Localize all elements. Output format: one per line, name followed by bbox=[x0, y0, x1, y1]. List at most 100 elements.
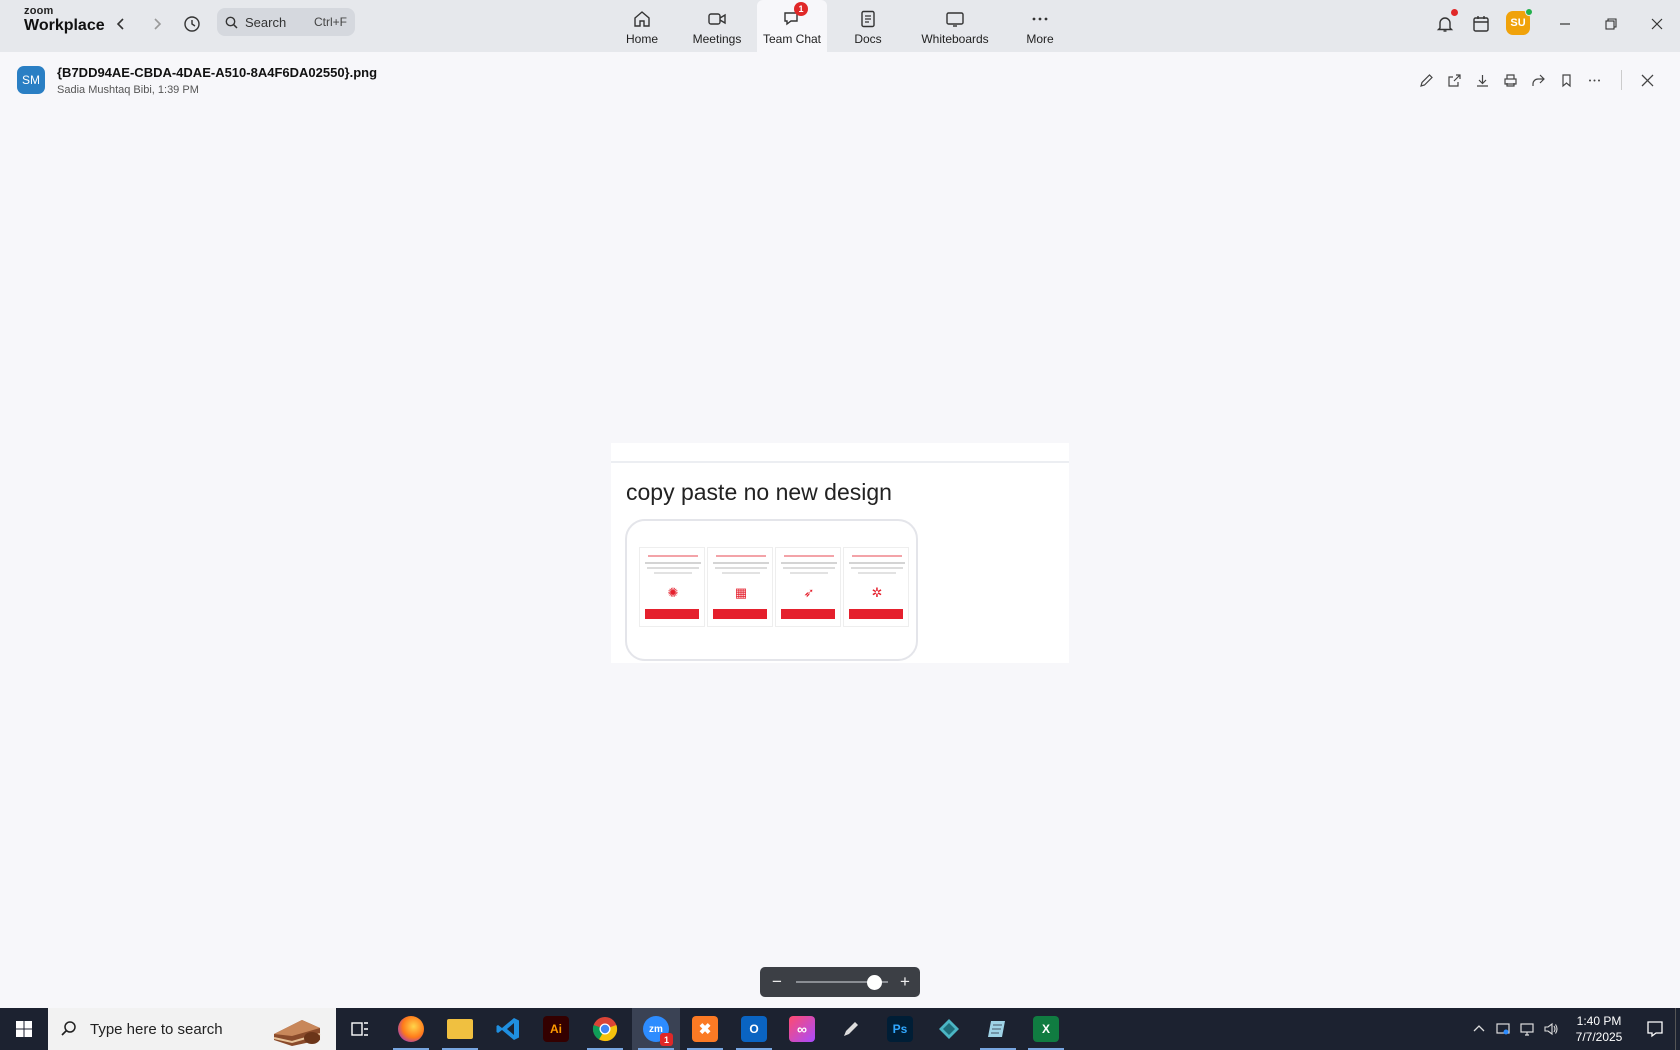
minimize-button[interactable] bbox=[1553, 12, 1577, 36]
download-button[interactable] bbox=[1472, 70, 1492, 90]
calendar-button[interactable] bbox=[1469, 12, 1493, 36]
close-window-button[interactable] bbox=[1645, 12, 1669, 36]
folder-icon bbox=[447, 1019, 473, 1039]
brand-small: zoom bbox=[24, 5, 54, 17]
design-mockup: ✺ ▦ ➶ ✲ bbox=[625, 519, 918, 661]
bookmark-icon bbox=[1561, 73, 1571, 87]
minimize-icon bbox=[1560, 23, 1570, 25]
service-card: ✺ bbox=[639, 547, 705, 627]
bell-icon bbox=[1436, 17, 1454, 32]
cake-image-icon bbox=[268, 1012, 326, 1046]
zoom-control: − + bbox=[760, 967, 920, 997]
service-card: ▦ bbox=[707, 547, 773, 627]
show-hidden-icons[interactable] bbox=[1468, 1008, 1490, 1050]
taskbar-notepad[interactable] bbox=[974, 1008, 1022, 1050]
taskbar-creative-cloud[interactable]: ∞ bbox=[778, 1008, 826, 1050]
notepad-icon bbox=[988, 1021, 1005, 1037]
network-icon: ✲ bbox=[871, 585, 883, 600]
close-preview-button[interactable] bbox=[1637, 70, 1657, 90]
zoom-in-button[interactable]: + bbox=[896, 972, 914, 992]
taskbar-xampp[interactable]: ✖ bbox=[681, 1008, 729, 1050]
restore-button[interactable] bbox=[1599, 12, 1623, 36]
gear-icon: ✺ bbox=[667, 585, 679, 600]
file-name: {B7DD94AE-CBDA-4DAE-A510-8A4F6DA02550}.p… bbox=[57, 65, 378, 80]
tab-label: Docs bbox=[854, 32, 882, 46]
tray-device[interactable] bbox=[1492, 1008, 1514, 1050]
usb-device-icon bbox=[1496, 1023, 1510, 1035]
bookmark-button[interactable] bbox=[1556, 70, 1576, 90]
taskbar-firefox[interactable] bbox=[387, 1008, 435, 1050]
tab-team-chat[interactable]: Team Chat 1 bbox=[757, 0, 827, 52]
pen-icon bbox=[844, 1022, 858, 1036]
task-view-icon bbox=[351, 1022, 368, 1036]
rocket-icon: ➶ bbox=[803, 585, 815, 600]
taskbar-pen-tool[interactable] bbox=[827, 1008, 875, 1050]
action-center-button[interactable] bbox=[1634, 1008, 1676, 1050]
taskbar-photoshop[interactable]: Ps bbox=[876, 1008, 924, 1050]
chevron-up-icon bbox=[1473, 1025, 1485, 1032]
tab-label: More bbox=[1026, 32, 1054, 46]
back-button[interactable] bbox=[109, 12, 133, 36]
tab-docs[interactable]: Docs bbox=[852, 0, 884, 52]
zoom-app-icon: zm 1 bbox=[643, 1016, 673, 1046]
search-icon bbox=[225, 16, 238, 29]
photoshop-icon: Ps bbox=[887, 1016, 913, 1042]
search-shortcut: Ctrl+F bbox=[314, 15, 347, 29]
task-view-button[interactable] bbox=[336, 1008, 384, 1050]
diamond-icon bbox=[939, 1019, 959, 1039]
share-button[interactable] bbox=[1528, 70, 1548, 90]
edit-button[interactable] bbox=[1416, 70, 1436, 90]
print-icon bbox=[1503, 73, 1517, 87]
tab-more[interactable]: More bbox=[1024, 0, 1056, 52]
taskbar-vscode[interactable] bbox=[484, 1008, 532, 1050]
tray-volume[interactable] bbox=[1540, 1008, 1562, 1050]
download-icon bbox=[1476, 74, 1488, 87]
start-button[interactable] bbox=[0, 1008, 48, 1050]
vscode-icon bbox=[496, 1018, 519, 1040]
excel-icon: X bbox=[1033, 1016, 1059, 1042]
unread-badge: 1 bbox=[794, 2, 808, 16]
creative-cloud-icon: ∞ bbox=[789, 1016, 815, 1042]
image-preview[interactable]: copy paste no new design ✺ ▦ ➶ ✲ bbox=[611, 443, 1069, 663]
tab-home[interactable]: Home bbox=[620, 0, 664, 52]
taskbar-outlook[interactable]: O bbox=[730, 1008, 778, 1050]
status-dot bbox=[1525, 8, 1533, 16]
taskbar-illustrator[interactable]: Ai bbox=[532, 1008, 580, 1050]
taskbar-file-explorer[interactable] bbox=[436, 1008, 484, 1050]
user-avatar[interactable]: SU bbox=[1506, 8, 1533, 35]
restore-icon bbox=[1605, 18, 1617, 30]
search-icon bbox=[61, 1021, 76, 1036]
tab-meetings[interactable]: Meetings bbox=[690, 0, 744, 52]
more-options-button[interactable] bbox=[1584, 70, 1604, 90]
notification-icon bbox=[1647, 1021, 1663, 1038]
home-icon bbox=[634, 11, 650, 27]
doc-icon bbox=[861, 10, 875, 28]
video-icon bbox=[708, 13, 726, 25]
forward-button[interactable] bbox=[145, 12, 169, 36]
open-external-button[interactable] bbox=[1444, 70, 1464, 90]
taskbar-app-diamond[interactable] bbox=[925, 1008, 973, 1050]
close-icon bbox=[1651, 18, 1663, 30]
preview-top-rule bbox=[611, 461, 1069, 463]
tab-label: Meetings bbox=[692, 32, 742, 46]
file-header: SM {B7DD94AE-CBDA-4DAE-A510-8A4F6DA02550… bbox=[0, 52, 1680, 102]
tab-whiteboards[interactable]: Whiteboards bbox=[918, 0, 992, 52]
service-card: ✲ bbox=[843, 547, 909, 627]
more-icon bbox=[1032, 17, 1048, 21]
history-button[interactable] bbox=[180, 12, 204, 36]
search-box[interactable]: Search Ctrl+F bbox=[217, 8, 355, 36]
card-row: ✺ ▦ ➶ ✲ bbox=[639, 547, 909, 627]
zoom-out-button[interactable]: − bbox=[768, 972, 786, 992]
print-button[interactable] bbox=[1500, 70, 1520, 90]
show-desktop-button[interactable] bbox=[1675, 1008, 1680, 1050]
taskbar-excel[interactable]: X bbox=[1022, 1008, 1070, 1050]
zoom-slider-thumb[interactable] bbox=[866, 975, 882, 990]
tab-label: Whiteboards bbox=[921, 32, 989, 46]
share-icon bbox=[1531, 74, 1545, 86]
taskbar-clock[interactable]: 1:40 PM 7/7/2025 bbox=[1564, 1013, 1634, 1045]
taskbar-zoom[interactable]: zm 1 bbox=[632, 1008, 680, 1050]
whiteboard-icon bbox=[946, 12, 964, 27]
sender-initials: SM bbox=[22, 73, 40, 87]
tray-network[interactable] bbox=[1516, 1008, 1538, 1050]
taskbar-chrome[interactable] bbox=[581, 1008, 629, 1050]
